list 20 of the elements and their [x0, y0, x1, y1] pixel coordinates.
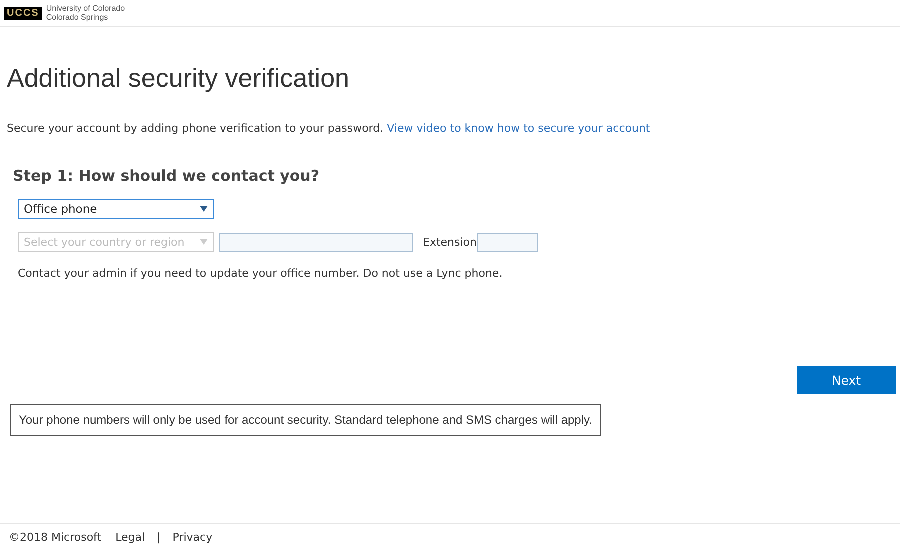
- logo-text: University of Colorado: [46, 4, 126, 13]
- footer-link[interactable]: Privacy: [172, 530, 213, 544]
- phone-number-field[interactable]: [219, 232, 413, 252]
- extension-label: Extension: [423, 236, 478, 248]
- contact-method-dropdown[interactable]: Office phone: [18, 199, 214, 219]
- step-heading: Step 1: How should we contact you?: [13, 167, 321, 185]
- logo-text: Colorado Springs: [46, 13, 110, 22]
- logo-mark: UCCS: [4, 7, 42, 20]
- page-title: Additional security verification: [7, 63, 350, 94]
- next-button[interactable]: Next: [797, 366, 896, 394]
- caret-icon: [200, 239, 208, 245]
- video-link[interactable]: View video to know how to secure your account: [387, 122, 650, 135]
- disclaimer-box: Your phone numbers will only be used for account security. Standard telephone and SMS charges will apply.: [10, 404, 602, 436]
- separator: |: [157, 530, 161, 544]
- copyright-text: ©2018 Microsoft: [9, 530, 102, 544]
- note-text: Contact your admin if you need to update your office number. Do not use a Lync phone.: [18, 267, 504, 280]
- extension-field[interactable]: [477, 232, 538, 252]
- intro-text: Secure your account by adding phone verification to your password. View video to know how to secure your account: [7, 122, 652, 135]
- footer-link[interactable]: Legal: [116, 530, 146, 544]
- caret-icon: [200, 206, 208, 212]
